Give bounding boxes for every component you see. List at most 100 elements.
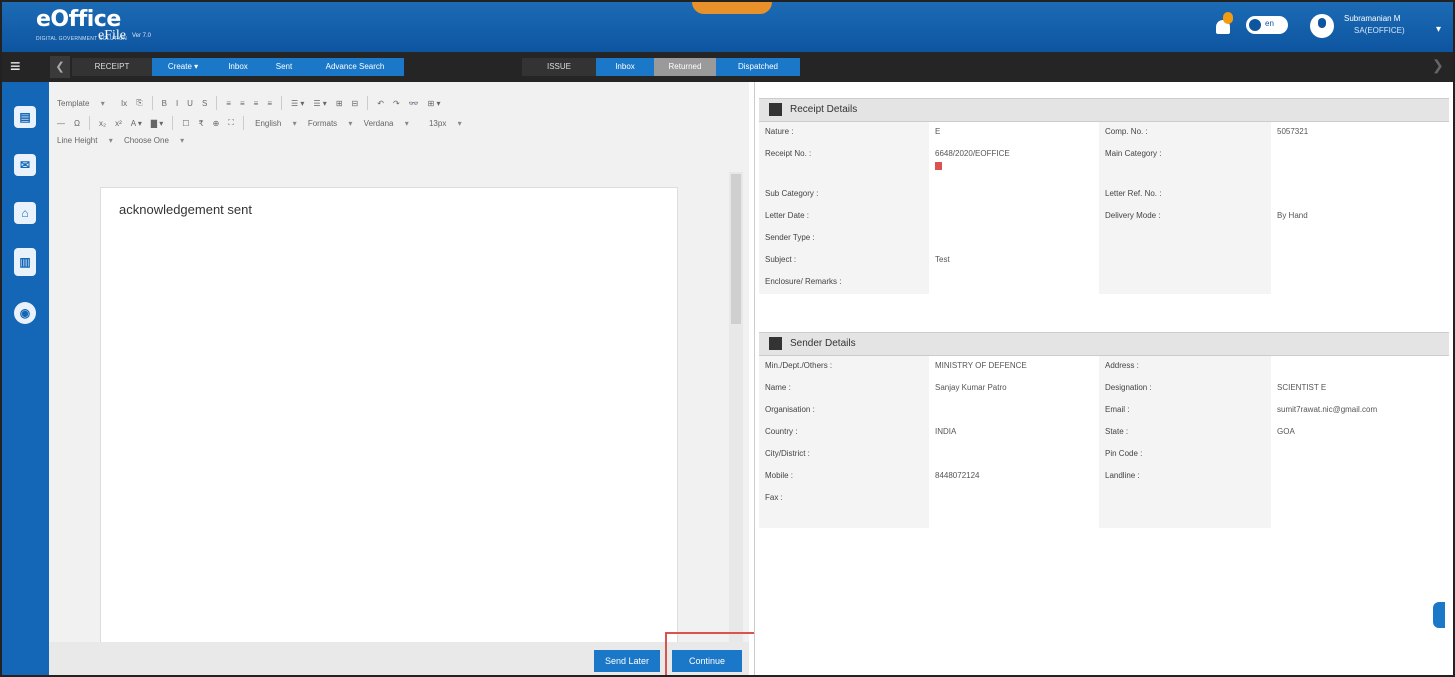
editor-toolbar: Template ▾ Ix ⎘ B I U S ≡ ≡ ≡ ≡ ☰ ▾ ☰ ▾ ⊞ ⊟ ↶ ↷ 👓 ⊞ ▾ — Ωx… <box>49 92 739 182</box>
field-value-text: 8448072124 <box>935 471 980 480</box>
field-value: By Hand <box>1271 206 1449 228</box>
field-label: Pin Code : <box>1099 444 1271 466</box>
mail-module-icon[interactable]: ✉ <box>14 154 36 176</box>
field-label-text: State : <box>1105 427 1129 436</box>
tab-issue[interactable]: ISSUE <box>522 58 596 76</box>
field-label: Comp. No. : <box>1099 122 1271 144</box>
formats-dropdown[interactable]: Formats <box>308 119 337 128</box>
toolbar-extra-2-icon[interactable]: Ω <box>74 119 80 128</box>
toolbar-tool-13-icon[interactable]: ⊞ <box>336 99 343 108</box>
toolbar-tool-16-icon[interactable]: ↷ <box>393 99 400 108</box>
toolbar-tool-9-icon[interactable]: ≡ <box>254 99 259 108</box>
receipt-icon <box>769 102 782 116</box>
toolbar-tool-8-icon[interactable]: ≡ <box>240 99 245 108</box>
sender-icon <box>769 336 782 350</box>
toolbar-extra-5-icon[interactable]: A ▾ <box>131 119 142 128</box>
pdf-icon[interactable] <box>935 162 942 170</box>
field-value <box>1271 184 1449 206</box>
toolbar-tool-18-icon[interactable]: ⊞ ▾ <box>428 99 441 108</box>
editor-content[interactable]: acknowledgement sent <box>119 202 252 217</box>
language-toggle[interactable]: en <box>1246 16 1288 34</box>
tab-inbox[interactable]: Inbox <box>214 58 262 76</box>
toolbar-tool-7-icon[interactable]: ≡ <box>226 99 231 108</box>
user-avatar[interactable] <box>1310 14 1334 38</box>
toolbar-extra-9-icon[interactable]: ⊕ <box>213 119 220 128</box>
receipt-details-row: Enclosure/ Remarks : <box>759 272 1449 294</box>
home-icon[interactable]: ⌂ <box>14 202 36 224</box>
field-value-text: 5057321 <box>1277 127 1309 136</box>
choose-one-dropdown[interactable]: Choose One <box>124 136 169 145</box>
toolbar-extra-1-icon[interactable]: — <box>57 119 65 128</box>
editor-document[interactable]: acknowledgement sent <box>100 187 678 644</box>
app-window: eOffice DIGITAL GOVERNMENT SOLUTION eFil… <box>0 0 1455 677</box>
tab-dispatched[interactable]: Dispatched <box>716 58 800 76</box>
user-menu-caret-icon[interactable]: ▾ <box>1436 24 1441 35</box>
toolbar-tool-11-icon[interactable]: ☰ ▾ <box>291 99 304 108</box>
send-later-button[interactable]: Send Later <box>594 650 660 672</box>
language-dropdown[interactable]: English <box>255 119 281 128</box>
toolbar-tool-4-icon[interactable]: I <box>176 99 178 108</box>
toolbar-extra-3-icon[interactable]: x₂ <box>99 119 106 128</box>
toolbar-extra-4-icon[interactable]: x² <box>115 119 122 128</box>
field-label: Email : <box>1099 400 1271 422</box>
toolbar-row-2: — Ωx₂ x² A ▾ ▇ ▾ ☐ ₹ ⊕ ⛶ English ▾ Formats ▾ Ver… <box>57 116 471 134</box>
toolbar-tool-10-icon[interactable]: ≡ <box>267 99 272 108</box>
tab-receipt[interactable]: RECEIPT <box>72 58 152 76</box>
field-label: Main Category : <box>1099 144 1271 184</box>
template-caret-icon[interactable]: ▾ <box>101 99 105 108</box>
toolbar-extra-6-icon[interactable]: ▇ ▾ <box>151 119 163 128</box>
tab-create[interactable]: Create ▾ <box>152 58 214 76</box>
scroll-left-icon[interactable]: ❮ <box>50 56 70 78</box>
sender-details-title: Sender Details <box>790 338 856 349</box>
font-size-dropdown[interactable]: 13px <box>429 119 446 128</box>
toggle-label: en <box>1265 19 1274 28</box>
field-label: Min./Dept./Others : <box>759 356 929 378</box>
tab-advance-search[interactable]: Advance Search <box>306 58 404 76</box>
toolbar-tool-2-icon[interactable]: ⎘ <box>136 98 142 108</box>
editor-scrollbar[interactable] <box>729 172 743 642</box>
user-name[interactable]: Subramanian M <box>1344 14 1400 23</box>
toolbar-tool-1-icon[interactable]: Ix <box>121 99 127 108</box>
field-value: 5057321 <box>1271 122 1449 144</box>
toolbar-tool-17-icon[interactable]: 👓 <box>409 99 419 108</box>
notification-bell-icon[interactable] <box>1214 12 1234 38</box>
tab-sent[interactable]: Sent <box>262 58 306 76</box>
field-label: Country : <box>759 422 929 444</box>
field-value-text: 6648/2020/EOFFICE <box>935 149 1010 158</box>
toolbar-tool-12-icon[interactable]: ☰ ▾ <box>313 99 326 108</box>
sender-details-row: Name : Sanjay Kumar Patro Designation : SCI… <box>759 378 1449 400</box>
font-family-dropdown[interactable]: Verdana <box>364 119 394 128</box>
field-value: Sanjay Kumar Patro <box>929 378 1099 400</box>
toolbar-tool-6-icon[interactable]: S <box>202 99 207 108</box>
field-value: E <box>929 122 1099 144</box>
field-value <box>1271 356 1449 378</box>
app-header: eOffice DIGITAL GOVERNMENT SOLUTION eFil… <box>2 2 1453 52</box>
toolbar-tool-15-icon[interactable]: ↶ <box>377 99 384 108</box>
toolbar-extra-10-icon[interactable]: ⛶ <box>228 118 234 128</box>
efile-module-icon[interactable]: ▤ <box>14 106 36 128</box>
user-role: SA(EOFFICE) <box>1354 26 1405 35</box>
side-panel-toggle-icon[interactable] <box>1433 602 1445 628</box>
tab-returned[interactable]: Returned <box>654 58 716 76</box>
field-label-text: Comp. No. : <box>1105 127 1148 136</box>
top-pull-tab[interactable] <box>692 2 772 14</box>
line-height-dropdown[interactable]: Line Height <box>57 136 97 145</box>
toolbar-tool-3-icon[interactable]: B <box>162 99 167 108</box>
field-value <box>929 228 1099 250</box>
hamburger-menu-icon[interactable]: ≡ <box>10 57 21 75</box>
module-navbar: ≡ ❮ RECEIPT Create ▾ Inbox Sent Advance … <box>2 52 1453 82</box>
scroll-right-icon[interactable]: ❯ <box>1432 57 1444 74</box>
template-dropdown[interactable]: Template <box>57 99 89 108</box>
field-label-text: Organisation : <box>765 405 815 414</box>
toolbar-extra-8-icon[interactable]: ₹ <box>198 119 203 128</box>
toolbar-tool-14-icon[interactable]: ⊟ <box>352 99 359 108</box>
field-value <box>1271 250 1449 272</box>
settings-module-icon[interactable]: ◉ <box>14 302 36 324</box>
leave-module-icon[interactable]: ▥ <box>14 248 36 276</box>
tab-issue-inbox[interactable]: Inbox <box>596 58 654 76</box>
toolbar-extra-7-icon[interactable]: ☐ <box>182 119 189 128</box>
toolbar-tool-5-icon[interactable]: U <box>187 99 193 108</box>
field-label-text: Designation : <box>1105 383 1152 392</box>
scrollbar-thumb[interactable] <box>731 174 741 324</box>
field-label-text: Letter Date : <box>765 211 810 220</box>
